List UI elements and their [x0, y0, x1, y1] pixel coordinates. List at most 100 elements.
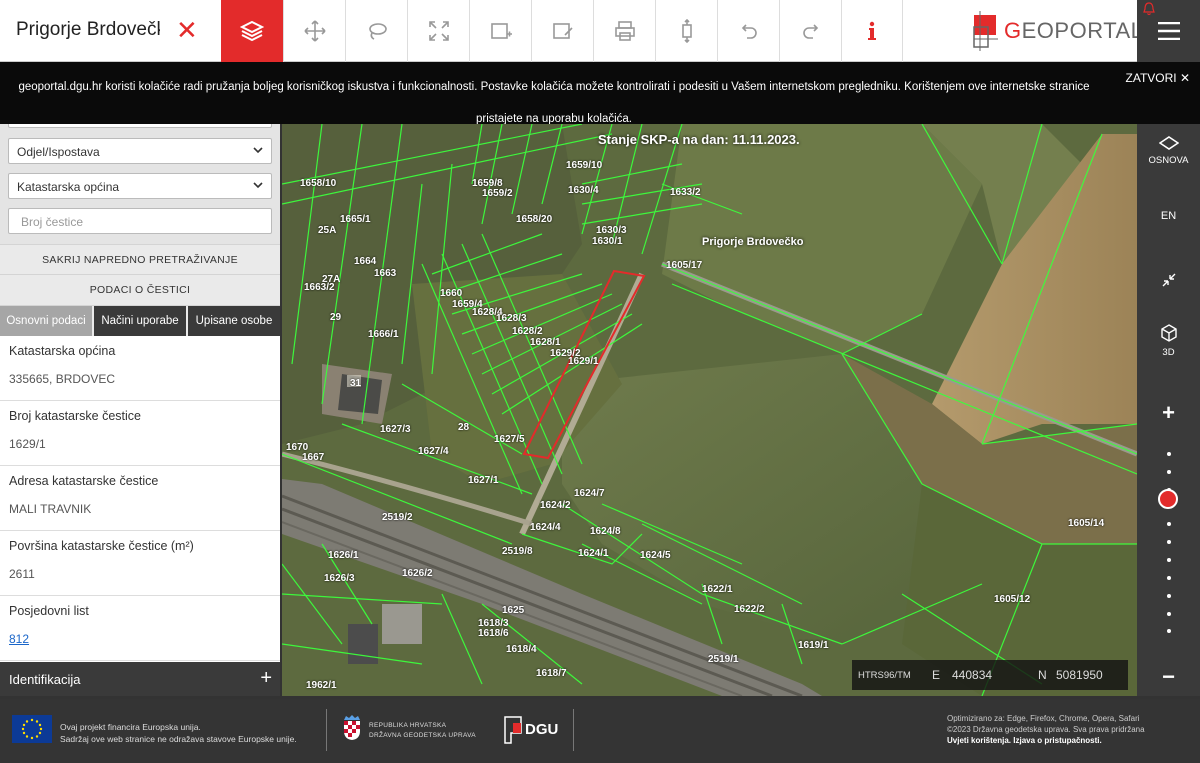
lasso-icon[interactable]	[345, 0, 407, 62]
bell-icon[interactable]	[1143, 2, 1155, 16]
parcel-label: 1622/2	[734, 604, 765, 615]
zoom-step[interactable]	[1167, 629, 1171, 633]
parcel-label: 1658/20	[516, 214, 553, 225]
identifikacija-section[interactable]: Identifikacija +	[0, 662, 280, 696]
redo-icon[interactable]	[779, 0, 841, 62]
layers-diamond-icon	[1158, 136, 1179, 150]
parcel-data-button[interactable]: PODACI O ČESTICI	[0, 275, 280, 306]
accessibility-link[interactable]: Izjava o pristupačnosti.	[1013, 736, 1101, 745]
zoom-step[interactable]	[1167, 612, 1171, 616]
parcel-label: 1628/1	[530, 337, 561, 348]
collapse-arrows-icon	[1162, 273, 1175, 287]
coord-n-label: N	[1038, 668, 1047, 682]
height-icon[interactable]	[655, 0, 717, 62]
parcel-label: 1627/3	[380, 424, 411, 435]
parcel-label: 1663/2	[304, 282, 335, 293]
posjedovni-list-link[interactable]: 812	[9, 632, 29, 646]
parcel-label: 1605/12	[994, 594, 1031, 605]
map-view[interactable]: Stanje SKP-a na dan: 11.11.2023. Prigorj…	[282, 124, 1137, 696]
parcel-label: 1633/2	[670, 187, 701, 198]
parcel-label: 1659/10	[566, 160, 603, 171]
add-area-icon[interactable]	[469, 0, 531, 62]
zoom-slider-handle[interactable]	[1158, 489, 1178, 509]
hide-advanced-search-button[interactable]: SAKRIJ NAPREDNO PRETRAŽIVANJE	[0, 244, 280, 275]
zoom-step[interactable]	[1167, 452, 1171, 456]
parcel-label: 1605/14	[1068, 518, 1105, 529]
hidden-field[interactable]	[8, 124, 272, 128]
print-icon[interactable]	[593, 0, 655, 62]
parcel-label: 1665/1	[340, 214, 371, 225]
tab-upisane-osobe[interactable]: Upisane osobe	[188, 306, 280, 336]
parcel-label: 1628/2	[512, 326, 543, 337]
broj-cestice-input[interactable]: Broj čestice	[8, 208, 272, 234]
fullscreen-icon[interactable]	[407, 0, 469, 62]
undo-icon[interactable]	[717, 0, 779, 62]
info-label: Površina katastarske čestice (m²)	[9, 539, 194, 553]
hr-line1: REPUBLIKA HRVATSKA	[369, 722, 447, 729]
parcel-label: 1664	[354, 256, 377, 267]
hamburger-menu-button[interactable]	[1137, 0, 1200, 62]
zoom-in-button[interactable]: +	[1137, 400, 1200, 426]
zoom-step[interactable]	[1167, 470, 1171, 474]
odjel-select[interactable]: Odjel/Ispostava	[8, 138, 272, 164]
collapse-button[interactable]	[1137, 272, 1200, 293]
plus-icon[interactable]: +	[260, 667, 272, 690]
parcel-label: 1663	[374, 268, 397, 279]
pan-icon[interactable]	[283, 0, 345, 62]
zoom-step[interactable]	[1167, 558, 1171, 562]
parcel-label: 31	[350, 378, 362, 389]
parcel-label: 1622/1	[702, 584, 733, 595]
3d-label: 3D	[1162, 347, 1175, 358]
info-row-adresa: Adresa katastarske čestice MALI TRAVNIK	[0, 466, 280, 531]
zoom-step[interactable]	[1167, 522, 1171, 526]
info-row-povrsina: Površina katastarske čestice (m²) 2611	[0, 531, 280, 596]
terms-link[interactable]: Uvjeti korištenja.	[947, 736, 1011, 745]
zoom-step[interactable]	[1167, 594, 1171, 598]
cookie-close-button[interactable]: ZATVORI ✕	[1126, 71, 1191, 85]
eu-line1: Ovaj projekt financira Europska unija.	[60, 722, 201, 732]
parcel-label: 1628/3	[496, 313, 527, 324]
search-input[interactable]: Prigorje Brdovečko	[16, 19, 160, 41]
parcel-label: 1626/3	[324, 573, 355, 584]
footer-divider	[326, 709, 327, 751]
tab-nacini-uporabe[interactable]: Načini uporabe	[94, 306, 186, 336]
geoportal-logo[interactable]: GEOPORTAL	[972, 6, 1143, 56]
parcel-label: 2519/1	[708, 654, 739, 665]
zoom-out-button[interactable]: −	[1137, 664, 1200, 690]
tab-osnovni-podaci[interactable]: Osnovni podaci	[0, 306, 92, 336]
croatia-coat-of-arms-icon	[344, 715, 360, 740]
parcel-label: 1660	[440, 288, 463, 299]
eu-notice: Ovaj projekt financira Europska unija. S…	[60, 721, 297, 745]
info-icon[interactable]	[841, 0, 903, 62]
info-row-broj-cestice: Broj katastarske čestice 1629/1	[0, 401, 280, 466]
coord-system: HTRS96/TM	[858, 670, 911, 681]
3d-button[interactable]: 3D	[1137, 324, 1200, 358]
edit-area-icon[interactable]	[531, 0, 593, 62]
info-row-katastarska-opcina: Katastarska općina 335665, BRDOVEC	[0, 336, 280, 401]
parcel-tabs: Osnovni podaci Načini uporabe Upisane os…	[0, 306, 280, 336]
footer-divider	[573, 709, 574, 751]
logo-text: EOPORTAL	[1021, 18, 1144, 43]
parcel-label: 1962/1	[306, 680, 337, 691]
parcel-label: 1630/1	[592, 236, 623, 247]
katastarska-opcina-select[interactable]: Katastarska općina	[8, 173, 272, 199]
footer-legal: Optimizirano za: Edge, Firefox, Chrome, …	[947, 713, 1145, 746]
parcel-label: 29	[330, 312, 342, 323]
info-label: Broj katastarske čestice	[9, 409, 141, 423]
dgu-institution: REPUBLIKA HRVATSKA DRŽAVNA GEODETSKA UPR…	[369, 721, 476, 741]
parcel-label: 1605/17	[666, 260, 703, 271]
zoom-step[interactable]	[1167, 540, 1171, 544]
parcel-label: 1618/7	[536, 668, 567, 679]
parcel-label: 1627/1	[468, 475, 499, 486]
parcel-label: 1624/5	[640, 550, 671, 561]
opt-line1: Optimizirano za: Edge, Firefox, Chrome, …	[947, 714, 1140, 723]
language-button[interactable]: EN	[1137, 210, 1200, 222]
clear-search-icon[interactable]: ✕	[176, 15, 198, 45]
zoom-step[interactable]	[1167, 576, 1171, 580]
layers-icon[interactable]	[221, 0, 283, 62]
logo-letter: G	[1004, 18, 1022, 43]
identifikacija-label: Identifikacija	[9, 672, 81, 687]
basemap-button[interactable]: OSNOVA	[1137, 136, 1200, 166]
dgu-logo[interactable]: DGU	[503, 713, 563, 747]
info-label: Adresa katastarske čestice	[9, 474, 159, 488]
